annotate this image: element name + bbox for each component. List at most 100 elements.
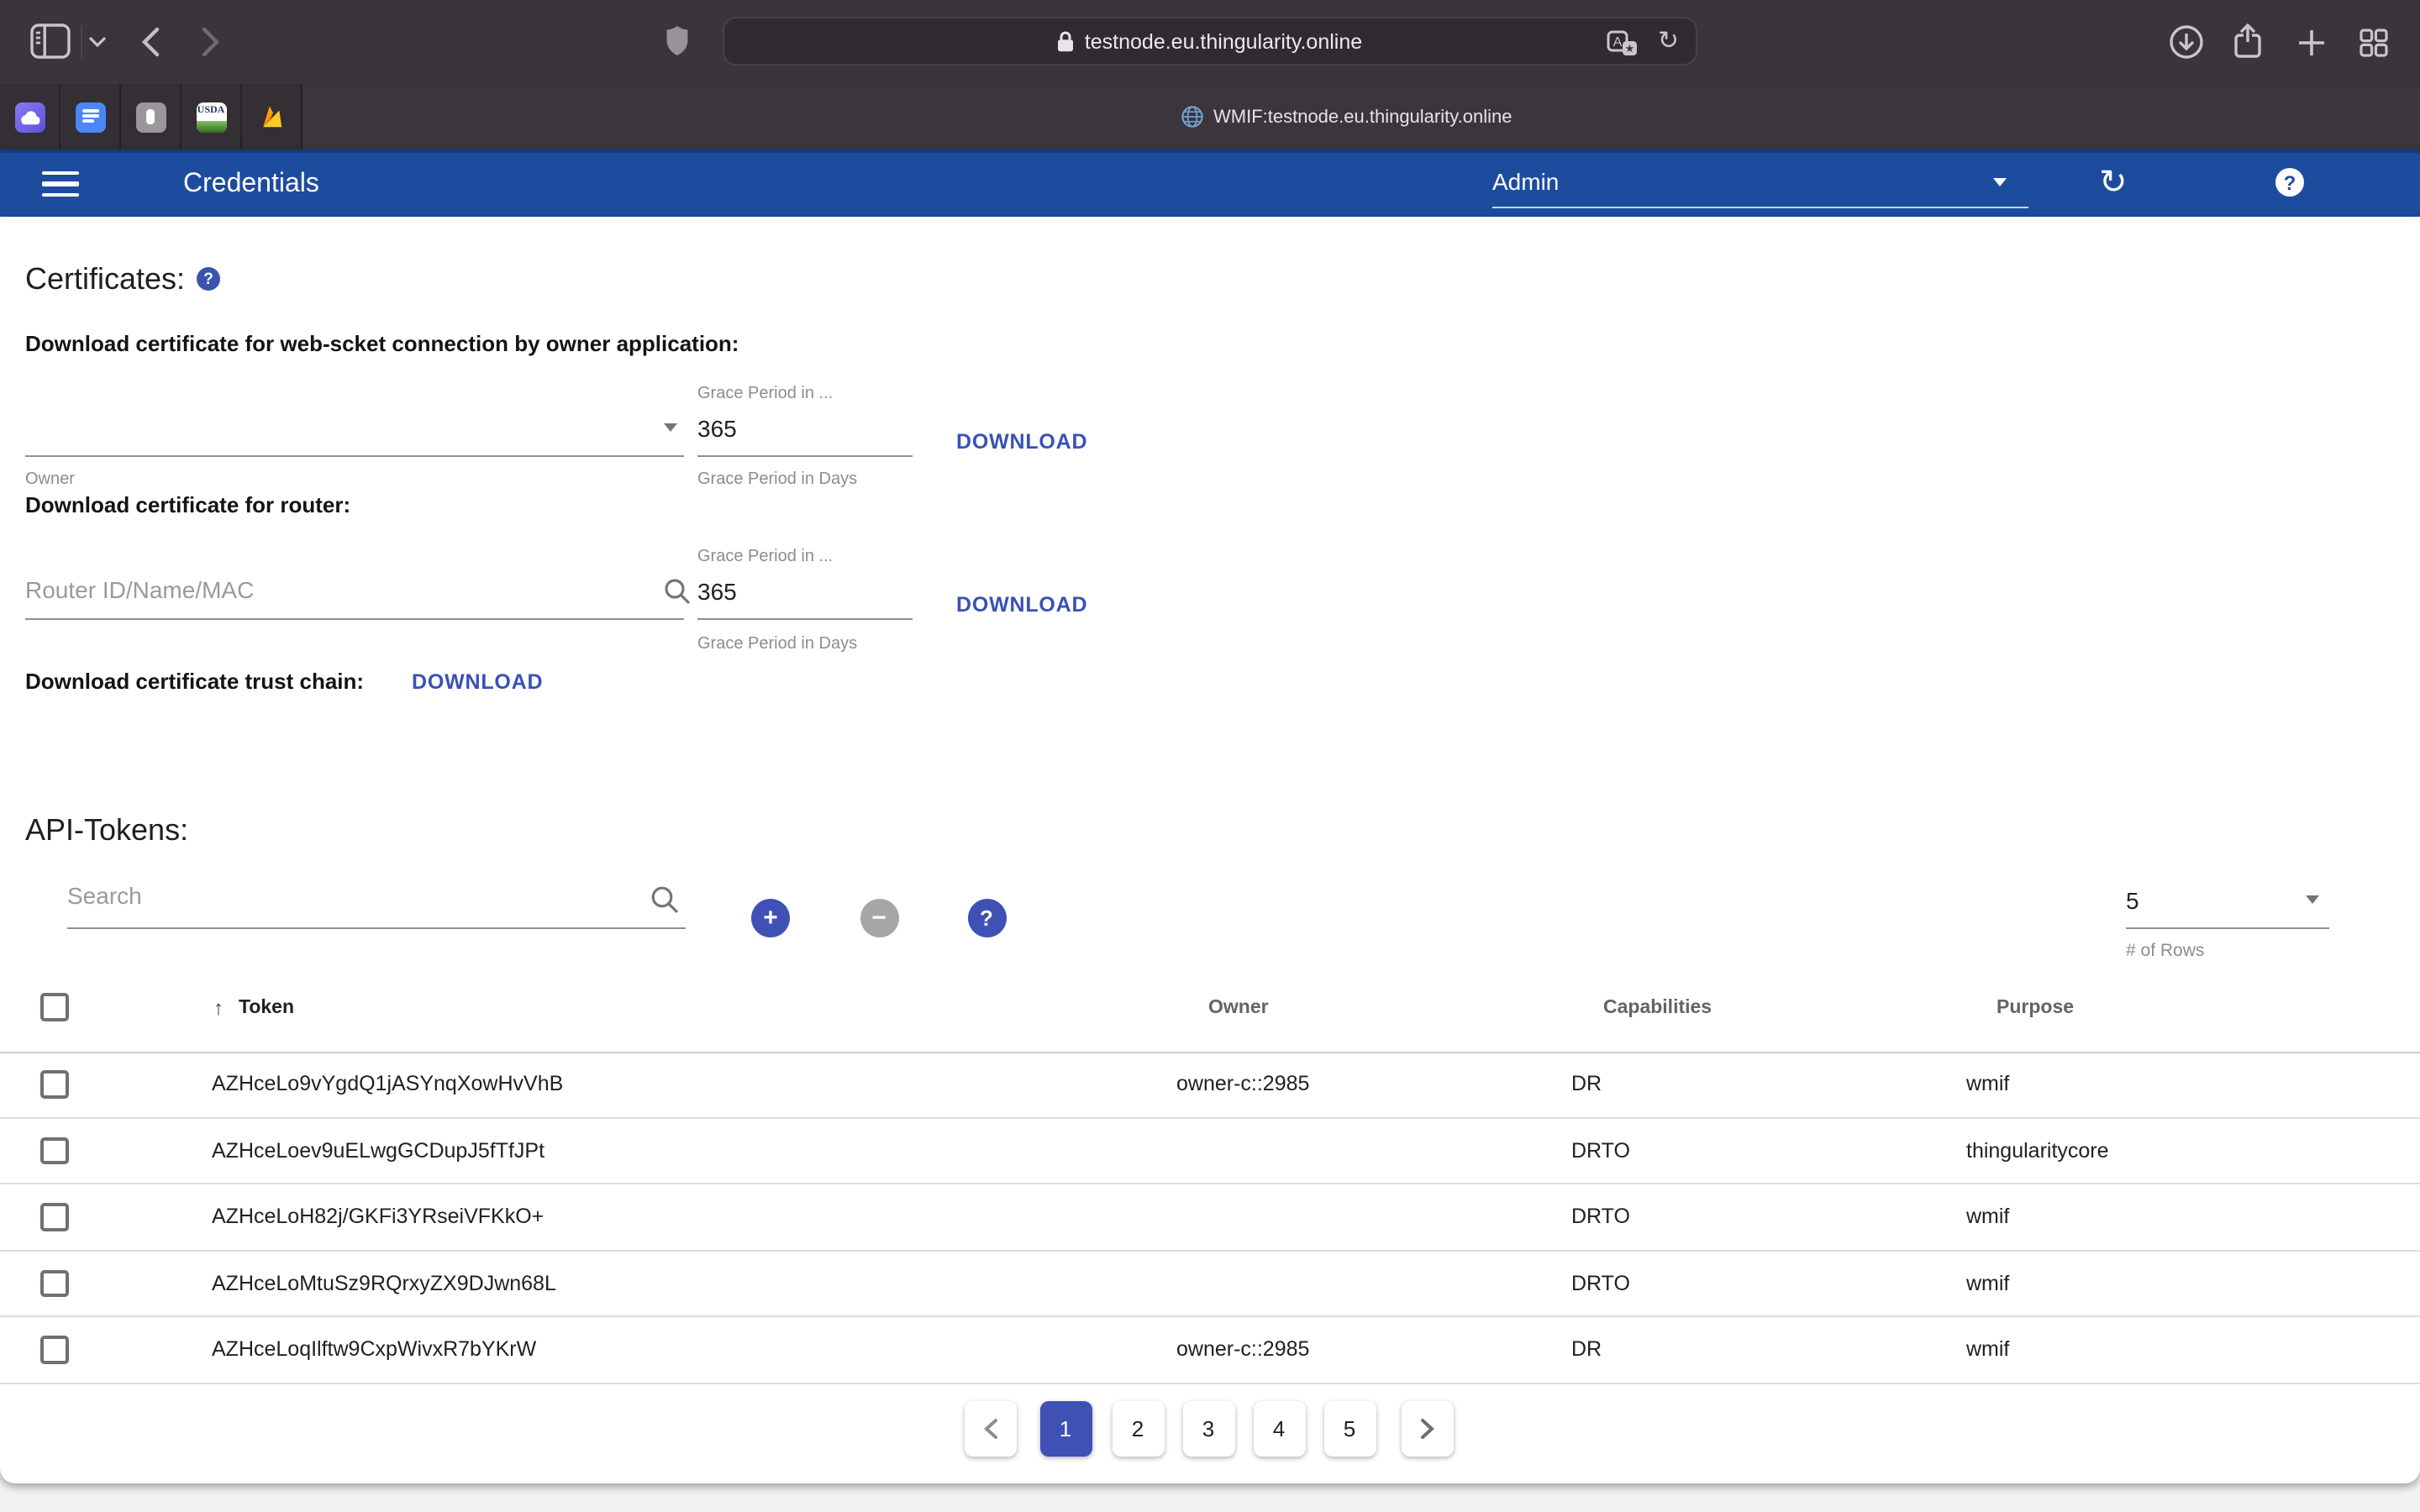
table-row[interactable]: AZHceLoMtuSz9RQrxyZX9DJwn68L DRTO wmif — [0, 1251, 2420, 1317]
bookmark-info[interactable] — [121, 84, 182, 150]
tokens-help-button[interactable]: ? — [967, 899, 1006, 937]
tab-overview-button[interactable] — [2360, 29, 2388, 57]
add-token-button[interactable]: + — [751, 899, 790, 937]
purpose-cell: wmif — [1966, 1317, 2009, 1383]
capabilities-cell: DR — [1571, 1052, 1602, 1118]
refresh-icon[interactable]: ↻ — [2099, 160, 2128, 204]
bookmark-cloud[interactable] — [0, 84, 60, 150]
sidebar-chevron-down-icon[interactable] — [89, 37, 106, 47]
token-cell: AZHceLoH82j/GKFi3YRseiVFKkO+ — [212, 1184, 544, 1251]
router-grace-helper-label: Grace Period in Days — [697, 634, 857, 653]
owner-select-underline[interactable] — [25, 455, 684, 457]
row-checkbox[interactable] — [40, 1336, 68, 1363]
chevron-left-icon — [982, 1418, 997, 1440]
download-router-cert-button[interactable]: DOWNLOAD — [956, 594, 1087, 616]
bookmark-docs[interactable] — [60, 84, 121, 150]
row-checkbox[interactable] — [40, 1269, 68, 1297]
forward-button[interactable] — [202, 27, 220, 57]
cloud-favicon-icon — [14, 102, 45, 132]
router-grace-period-input[interactable] — [697, 578, 798, 605]
usda-favicon-icon: USDA — [196, 102, 226, 132]
downloads-button[interactable] — [2170, 25, 2203, 59]
page-button-2[interactable]: 2 — [1112, 1401, 1164, 1457]
page-button-3[interactable]: 3 — [1182, 1401, 1234, 1457]
search-underline — [67, 927, 686, 929]
sidebar-toggle-icon[interactable] — [30, 24, 71, 59]
header-help-icon[interactable]: ? — [2275, 168, 2304, 197]
websocket-cert-label: Download certificate for web-scket conne… — [25, 331, 739, 358]
router-id-input[interactable] — [25, 576, 630, 603]
owner-cell: owner-c::2985 — [1176, 1052, 1309, 1118]
grace-period-label: Grace Period in ... — [697, 385, 833, 403]
address-bar[interactable]: testnode.eu.thingularity.online A ★ ↻ — [723, 17, 1697, 66]
search-icon[interactable] — [650, 885, 679, 914]
next-page-button[interactable] — [1401, 1401, 1453, 1457]
select-all-checkbox[interactable] — [40, 993, 68, 1021]
search-input[interactable] — [67, 882, 622, 909]
translate-icon[interactable]: A ★ — [1607, 30, 1639, 57]
grace-period-input[interactable] — [697, 415, 798, 442]
token-cell: AZHceLoMtuSz9RQrxyZX9DJwn68L — [212, 1251, 556, 1317]
rows-select-value[interactable]: 5 — [2126, 885, 2139, 916]
url-text: testnode.eu.thingularity.online — [1085, 29, 1362, 53]
role-select-value[interactable]: Admin — [1492, 165, 1559, 198]
tab-favicon-globe-icon — [1181, 106, 1203, 128]
sort-ascending-icon[interactable]: ↑ — [213, 998, 224, 1018]
page-button-5[interactable]: 5 — [1323, 1401, 1376, 1457]
app-header: Credentials Admin ↻ ? — [0, 150, 2420, 217]
remove-token-button[interactable]: − — [860, 899, 898, 937]
lock-icon — [1058, 30, 1075, 52]
grace-period-helper-label: Grace Period in Days — [697, 470, 857, 489]
previous-page-button[interactable] — [964, 1401, 1016, 1457]
column-header-capabilities[interactable]: Capabilities — [1603, 998, 1712, 1018]
download-trust-chain-button[interactable]: DOWNLOAD — [412, 671, 543, 693]
new-tab-button[interactable] — [2297, 29, 2326, 57]
menu-hamburger-icon[interactable] — [42, 171, 79, 199]
active-tab-title[interactable]: WMIF:testnode.eu.thingularity.online — [1213, 105, 1512, 129]
purpose-cell: wmif — [1966, 1184, 2009, 1251]
page-button-1[interactable]: 1 — [1039, 1401, 1092, 1457]
owner-cell: owner-c::2985 — [1176, 1317, 1309, 1383]
capabilities-cell: DRTO — [1571, 1184, 1630, 1251]
page-button-4[interactable]: 4 — [1253, 1401, 1305, 1457]
download-websocket-cert-button[interactable]: DOWNLOAD — [956, 432, 1087, 454]
document-favicon-icon — [75, 102, 105, 132]
table-row[interactable]: AZHceLo9vYgdQ1jASYnqXowHvVhB owner-c::29… — [0, 1052, 2420, 1118]
bookmarks-bar: USDA — [0, 84, 302, 150]
router-id-underline — [25, 618, 684, 620]
reload-icon[interactable]: ↻ — [1658, 24, 1679, 60]
rows-select-underline — [2126, 927, 2329, 929]
capabilities-cell: DRTO — [1571, 1118, 1630, 1184]
column-header-token[interactable]: Token — [239, 998, 294, 1018]
page-title: Credentials — [183, 153, 319, 217]
row-checkbox[interactable] — [40, 1203, 68, 1231]
bookmark-firebase[interactable] — [242, 84, 302, 150]
browser-toolbar: testnode.eu.thingularity.online A ★ ↻ — [0, 0, 2420, 84]
table-row[interactable]: AZHceLoH82j/GKFi3YRseiVFKkO+ DRTO wmif — [0, 1184, 2420, 1251]
bookmark-usda[interactable]: USDA — [182, 84, 242, 150]
role-select-caret-icon[interactable] — [1993, 177, 2007, 186]
token-cell: AZHceLo9vYgdQ1jASYnqXowHvVhB — [212, 1052, 563, 1118]
privacy-shield-icon[interactable] — [666, 25, 689, 57]
share-button[interactable] — [2233, 24, 2262, 59]
router-grace-period-label: Grace Period in ... — [697, 548, 833, 566]
column-header-purpose[interactable]: Purpose — [1996, 998, 2074, 1018]
certificates-help-icon[interactable]: ? — [197, 267, 220, 291]
column-header-owner[interactable]: Owner — [1208, 998, 1269, 1018]
token-cell: AZHceLoev9uELwgGCDupJ5fTfJPt — [212, 1118, 544, 1184]
role-select-underline — [1492, 206, 2028, 207]
back-button[interactable] — [141, 27, 160, 57]
trust-chain-label: Download certificate trust chain: — [25, 669, 364, 696]
row-checkbox[interactable] — [40, 1070, 68, 1098]
row-checkbox[interactable] — [40, 1137, 68, 1164]
rows-select-caret-icon[interactable] — [2306, 895, 2319, 904]
owner-select-caret-icon[interactable] — [664, 423, 677, 432]
router-search-icon[interactable] — [664, 578, 691, 605]
router-grace-underline — [697, 618, 913, 620]
grace-period-underline — [697, 455, 913, 457]
table-row[interactable]: AZHceLoqIlftw9CxpWivxR7bYKrW owner-c::29… — [0, 1317, 2420, 1383]
tab-strip: USDA WMIF:testnode.eu.thin — [0, 84, 2420, 150]
api-tokens-heading: API-Tokens: — [25, 811, 188, 848]
router-cert-label: Download certificate for router: — [25, 492, 350, 519]
table-row[interactable]: AZHceLoev9uELwgGCDupJ5fTfJPt DRTO thingu… — [0, 1118, 2420, 1184]
